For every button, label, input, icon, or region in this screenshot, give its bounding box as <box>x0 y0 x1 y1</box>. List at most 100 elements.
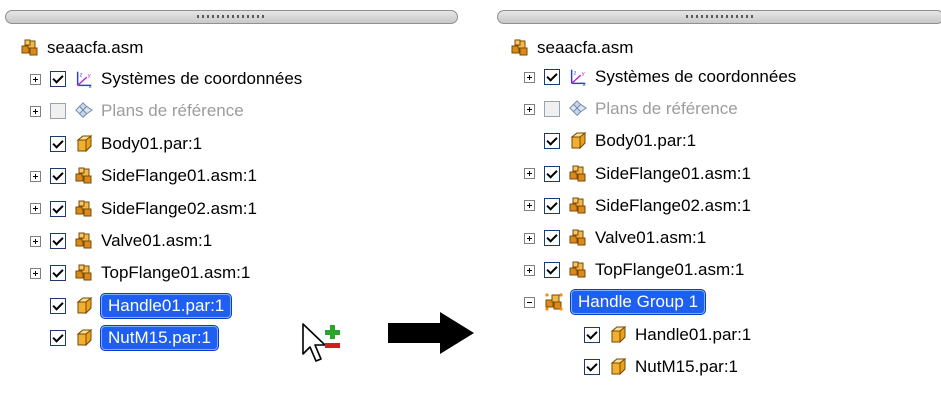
coordinate-system-icon: z y x <box>568 67 588 88</box>
visibility-checkbox[interactable] <box>50 168 66 185</box>
visibility-checkbox[interactable] <box>50 265 66 282</box>
right-arrow-icon <box>388 312 474 354</box>
expand-toggle[interactable] <box>30 105 41 117</box>
visibility-checkbox[interactable] <box>50 233 66 249</box>
tree-item-label: SideFlange02.asm:1 <box>101 198 257 218</box>
part-icon <box>74 296 94 316</box>
tree-item[interactable]: Valve01.asm:1 <box>524 225 706 251</box>
part-icon <box>608 325 628 345</box>
tree-root-item[interactable]: seaacfa.asm <box>20 35 143 61</box>
tree-item-label: SideFlange01.asm:1 <box>101 166 257 186</box>
svg-text:y: y <box>88 73 92 79</box>
tree-item-label: TopFlange01.asm:1 <box>101 263 251 283</box>
group-icon <box>544 292 564 312</box>
expand-toggle[interactable] <box>524 200 535 212</box>
visibility-checkbox[interactable] <box>50 297 66 314</box>
tree-item-label: Plans de référence <box>101 101 244 121</box>
expand-toggle[interactable] <box>30 73 41 85</box>
tree-item-label: Handle Group 1 <box>571 290 706 315</box>
add-remove-icon <box>325 325 340 348</box>
visibility-checkbox[interactable] <box>50 103 66 120</box>
grip-dots <box>685 15 756 18</box>
reference-plane-icon <box>74 101 94 121</box>
tree-item[interactable]: Plans de référence <box>30 98 244 124</box>
assembly-icon <box>74 231 94 251</box>
tree-item[interactable]: SideFlange01.asm:1 <box>524 161 751 187</box>
tree-item[interactable]: Body01.par:1 <box>30 131 202 157</box>
expand-toggle[interactable] <box>524 264 535 276</box>
expand-toggle[interactable] <box>30 267 41 279</box>
visibility-checkbox[interactable] <box>584 358 600 375</box>
visibility-checkbox[interactable] <box>544 69 560 85</box>
tree-item[interactable]: TopFlange01.asm:1 <box>524 257 744 283</box>
tree-item[interactable]: Valve01.asm:1 <box>30 228 212 254</box>
visibility-checkbox[interactable] <box>544 230 560 246</box>
assembly-icon <box>568 196 588 216</box>
tree-item[interactable]: z y x Systèmes de coordonnées <box>30 66 302 92</box>
tree-item-label: Handle01.par:1 <box>101 293 232 318</box>
tree-item[interactable]: Plans de référence <box>524 96 738 122</box>
visibility-checkbox[interactable] <box>544 262 560 279</box>
part-icon <box>74 134 94 154</box>
expand-toggle[interactable] <box>524 168 535 180</box>
tree-root-label: seaacfa.asm <box>537 38 634 57</box>
tree-item-label: Plans de référence <box>595 99 738 119</box>
visibility-checkbox[interactable] <box>544 133 560 150</box>
assembly-icon <box>568 164 588 184</box>
visibility-checkbox[interactable] <box>544 165 560 182</box>
tree-item-label: NutM15.par:1 <box>101 326 218 351</box>
part-icon <box>608 357 628 377</box>
assembly-icon <box>20 38 40 58</box>
part-icon <box>74 328 94 348</box>
expand-toggle[interactable] <box>30 235 41 247</box>
svg-text:z: z <box>79 72 82 78</box>
tree-item-label: Valve01.asm:1 <box>595 228 707 247</box>
tree-item[interactable]: Handle01.par:1 <box>564 322 751 348</box>
svg-text:x: x <box>89 84 93 90</box>
visibility-checkbox[interactable] <box>50 135 66 152</box>
assembly-icon <box>74 166 94 186</box>
expand-toggle[interactable] <box>524 232 535 244</box>
tree-root-label: seaacfa.asm <box>47 38 144 57</box>
assembly-icon <box>74 263 94 283</box>
tree-item-label: Handle01.par:1 <box>635 324 752 344</box>
coordinate-system-icon: z y x <box>74 69 94 90</box>
expand-toggle[interactable] <box>30 170 41 182</box>
visibility-checkbox[interactable] <box>544 197 560 214</box>
visibility-checkbox[interactable] <box>50 330 66 347</box>
expand-toggle[interactable] <box>524 103 535 115</box>
tree-item[interactable]: SideFlange02.asm:1 <box>30 196 257 222</box>
collapse-toggle[interactable] <box>524 296 535 308</box>
visibility-checkbox[interactable] <box>584 326 600 343</box>
tree-root-item[interactable]: seaacfa.asm <box>510 35 633 61</box>
svg-text:x: x <box>583 82 587 88</box>
visibility-checkbox[interactable] <box>50 200 66 217</box>
expand-toggle[interactable] <box>524 71 535 83</box>
tree-item-label: Valve01.asm:1 <box>101 231 213 250</box>
visibility-checkbox[interactable] <box>50 71 66 87</box>
svg-text:y: y <box>582 71 586 77</box>
part-icon <box>568 131 588 151</box>
assembly-icon <box>74 199 94 219</box>
tree-item[interactable]: z y x Systèmes de coordonnées <box>524 64 796 90</box>
tree-item[interactable]: Body01.par:1 <box>524 128 696 154</box>
panel-grip-bar[interactable] <box>5 10 458 24</box>
tree-item[interactable]: SideFlange01.asm:1 <box>30 163 257 189</box>
tree-item[interactable]: Handle01.par:1 <box>30 293 232 319</box>
tree-item-label: SideFlange02.asm:1 <box>595 195 751 215</box>
reference-plane-icon <box>568 99 588 119</box>
panel-grip-bar[interactable] <box>497 10 941 24</box>
tree-item[interactable]: SideFlange02.asm:1 <box>524 193 751 219</box>
grip-dots <box>196 15 267 18</box>
tree-item-label: Systèmes de coordonnées <box>595 67 797 86</box>
visibility-checkbox[interactable] <box>544 101 560 118</box>
assembly-icon <box>568 228 588 248</box>
tree-item-label: Body01.par:1 <box>595 131 697 151</box>
tree-item[interactable]: NutM15.par:1 <box>564 354 738 380</box>
svg-text:z: z <box>573 70 576 76</box>
expand-toggle[interactable] <box>30 203 41 215</box>
tree-item[interactable]: Handle Group 1 <box>524 289 706 315</box>
tree-item[interactable]: TopFlange01.asm:1 <box>30 260 250 286</box>
tree-item-label: NutM15.par:1 <box>635 356 738 376</box>
tree-item[interactable]: NutM15.par:1 <box>30 325 218 351</box>
